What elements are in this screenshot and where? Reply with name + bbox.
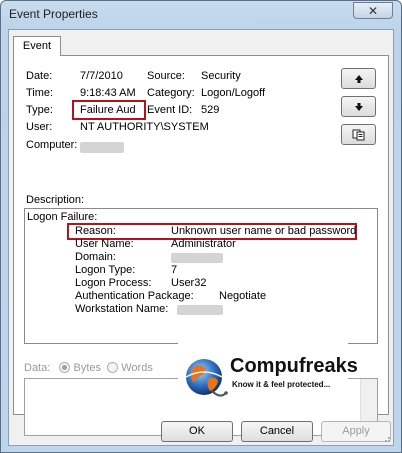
user-label: User:: [26, 121, 53, 133]
source-label: Source:: [147, 70, 185, 82]
description-label: Description:: [26, 194, 85, 206]
logon-type-value: 7: [171, 264, 178, 276]
date-label: Date:: [26, 70, 53, 82]
close-button[interactable]: ✕: [353, 2, 393, 19]
time-label: Time:: [26, 87, 54, 99]
arrow-down-icon: [354, 102, 363, 111]
description-heading: Logon Failure:: [27, 211, 98, 223]
logon-process-label: Logon Process:: [75, 277, 152, 289]
category-value: Logon/Logoff: [201, 87, 266, 99]
computer-value-redacted: [80, 142, 124, 153]
reason-label: Reason:: [75, 225, 116, 237]
auth-package-label: Authentication Package:: [75, 290, 194, 302]
category-label: Category:: [147, 87, 195, 99]
brand-name: Compufreaks: [230, 355, 358, 377]
user-name-label: User Name:: [75, 238, 134, 250]
cancel-button[interactable]: Cancel: [241, 421, 313, 442]
tab-event[interactable]: Event: [13, 36, 61, 56]
window-title: Event Properties: [9, 7, 98, 21]
domain-value-redacted: [171, 253, 223, 263]
logon-process-value: User32: [171, 277, 207, 289]
ok-button[interactable]: OK: [161, 421, 233, 442]
source-value: Security: [201, 70, 241, 82]
brand-tagline: Know it & feel protected...: [232, 380, 331, 389]
event-tab-panel: Date: 7/7/2010 Source: Security Time: 9:…: [13, 55, 389, 436]
words-label: Words: [121, 362, 153, 374]
type-value: Failure Aud: [80, 104, 136, 116]
compufreaks-watermark: Compufreaks Know it & feel protected...: [178, 325, 358, 432]
globe-logo-icon: [185, 359, 228, 397]
workstation-name-label: Workstation Name:: [75, 303, 169, 315]
copy-event-button[interactable]: [341, 124, 376, 145]
workstation-value-redacted: [177, 305, 223, 315]
close-icon: ✕: [367, 3, 379, 18]
reason-value: Unknown user name or bad password: [171, 225, 357, 237]
event-properties-window: Event Properties ✕ Event Date: 7/7/2010 …: [0, 0, 402, 453]
user-value: NT AUTHORITY\SYSTEM: [80, 121, 209, 133]
description-textbox[interactable]: Logon Failure: Reason: Unknown user name…: [24, 208, 378, 344]
previous-event-button[interactable]: [341, 68, 376, 89]
bytes-radio[interactable]: [59, 362, 71, 373]
date-value: 7/7/2010: [80, 70, 123, 82]
resize-grip-icon[interactable]: [381, 433, 391, 443]
type-label: Type:: [26, 104, 53, 116]
next-event-button[interactable]: [341, 96, 376, 117]
data-label: Data:: [24, 362, 51, 374]
logon-type-label: Logon Type:: [75, 264, 136, 276]
bytes-label: Bytes: [73, 362, 102, 374]
arrow-up-icon: [354, 74, 363, 83]
time-value: 9:18:43 AM: [80, 87, 136, 99]
domain-label: Domain:: [75, 251, 116, 263]
title-bar[interactable]: Event Properties ✕: [1, 1, 401, 29]
copy-icon: [352, 129, 364, 140]
user-name-value: Administrator: [171, 238, 236, 250]
dialog-client-area: Event Date: 7/7/2010 Source: Security Ti…: [8, 29, 394, 446]
event-id-label: Event ID:: [147, 104, 193, 116]
computer-label: Computer:: [26, 139, 78, 151]
words-radio[interactable]: [107, 362, 119, 373]
event-id-value: 529: [201, 104, 220, 116]
auth-package-value: Negotiate: [219, 290, 267, 302]
data-format-row: Data: Bytes Words: [24, 362, 153, 374]
